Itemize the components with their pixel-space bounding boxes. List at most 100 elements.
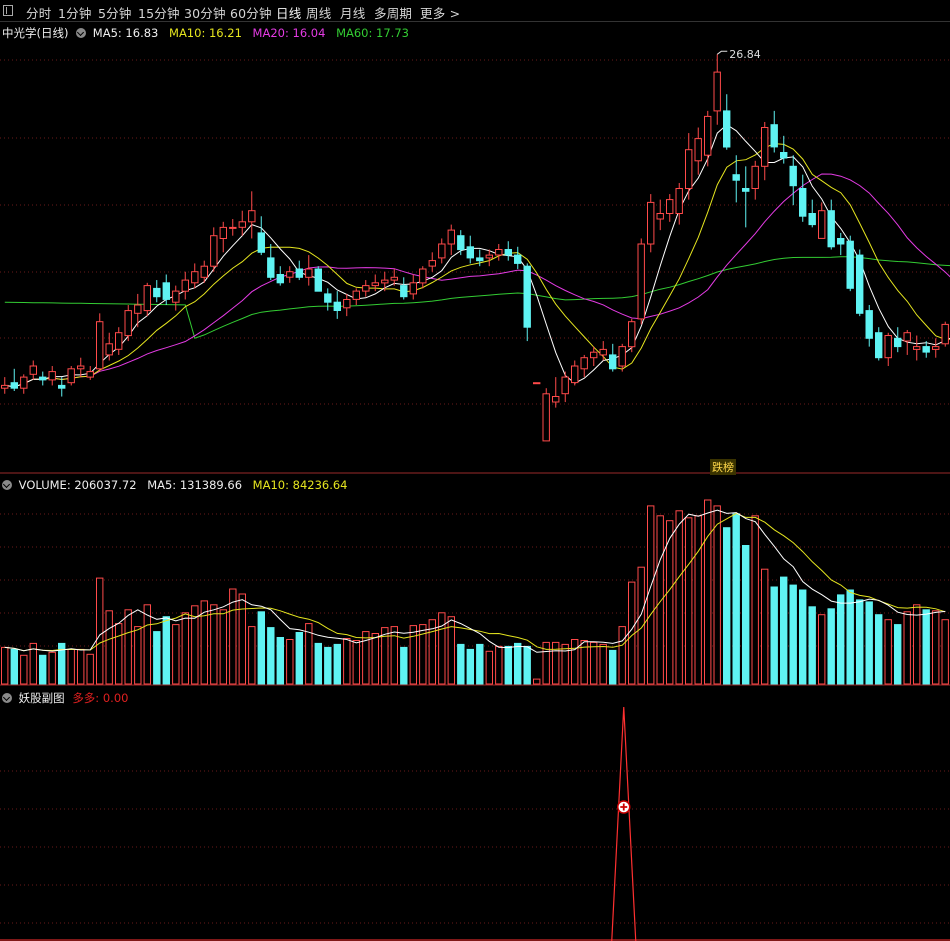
volume-bar <box>609 649 617 685</box>
candle-body <box>39 376 47 381</box>
candle-body <box>210 235 218 267</box>
volume-bar <box>571 639 579 685</box>
candle-body <box>333 301 342 312</box>
timeframe-tab-2[interactable]: 5分钟 <box>98 3 132 22</box>
candle-body <box>552 396 560 403</box>
candle-body <box>295 268 304 278</box>
candle-body <box>153 287 161 298</box>
candle-body <box>495 249 503 256</box>
timeframe-tab-7[interactable]: 周线 <box>306 3 331 22</box>
volume-bar <box>20 654 28 685</box>
volume-bar <box>533 678 541 685</box>
candle-body <box>884 335 892 359</box>
candle-body <box>609 354 617 370</box>
volume-bar <box>742 545 750 685</box>
high-price-label: 26.84 <box>729 48 761 62</box>
candle-body <box>466 246 475 259</box>
volume-bar <box>856 599 864 685</box>
volume-bar <box>143 604 152 685</box>
volume-bar <box>124 609 132 685</box>
candle-body <box>571 365 579 384</box>
limit-badge[interactable]: 跌榜 <box>710 459 736 475</box>
candle-body <box>542 393 550 442</box>
candle-body <box>181 279 190 292</box>
volume-bar <box>818 614 826 685</box>
timeframe-tab-0[interactable]: 分时 <box>26 3 51 22</box>
timeframe-tab-9[interactable]: 多周期 <box>374 3 412 22</box>
timeframe-tab-3[interactable]: 15分钟 <box>138 3 180 22</box>
volume-chart[interactable] <box>0 488 950 686</box>
volume-bar <box>875 614 883 685</box>
volume-bar <box>409 625 418 685</box>
volume-bar <box>922 609 930 685</box>
indicator-line <box>611 706 637 941</box>
candle-body <box>1 384 9 389</box>
volume-bar <box>694 515 702 685</box>
volume-bar <box>704 499 712 685</box>
candle-body <box>352 290 361 300</box>
candle-body <box>856 254 864 314</box>
volume-bar <box>495 645 503 685</box>
timeframe-tab-6[interactable]: 日线 <box>276 3 301 22</box>
candle-body <box>134 304 142 314</box>
candle-body <box>162 282 171 300</box>
candle-body <box>305 268 313 278</box>
volume-bar <box>504 645 513 685</box>
volume-bar <box>162 616 171 685</box>
volume-bar <box>751 515 759 685</box>
candle-body <box>238 221 247 228</box>
volume-bar <box>10 648 19 685</box>
volume-bar <box>96 577 104 685</box>
volume-bar <box>647 505 655 685</box>
candle-body <box>922 346 930 353</box>
candle-body <box>381 279 389 284</box>
volume-bar <box>324 646 332 685</box>
volume-bar <box>77 648 85 685</box>
timeframe-tab-8[interactable]: 月线 <box>340 3 365 22</box>
candle-body <box>685 149 693 189</box>
timeframe-tab-5[interactable]: 60分钟 <box>230 3 272 22</box>
volume-bar <box>903 611 911 685</box>
volume-bar <box>894 624 902 685</box>
volume-bar <box>257 611 266 685</box>
candle-body <box>419 268 427 284</box>
candle-body <box>647 201 655 245</box>
volume-bar <box>105 610 113 685</box>
high-marker <box>716 50 728 55</box>
volume-bar <box>219 609 228 685</box>
candle-body <box>599 348 607 356</box>
volume-bar <box>67 648 75 685</box>
candle-body <box>523 265 531 328</box>
sidebar-collapse-icon[interactable] <box>3 5 13 16</box>
volume-bar <box>314 642 323 685</box>
volume-bar <box>666 520 674 685</box>
candle-body <box>761 127 769 167</box>
candle-body <box>105 343 113 356</box>
volume-bar <box>457 643 465 685</box>
volume-bar <box>238 593 247 685</box>
candle-body <box>875 332 883 359</box>
volume-bar <box>438 612 446 685</box>
candle-body <box>96 321 104 370</box>
volume-bar <box>628 581 636 685</box>
candle-body <box>324 293 332 303</box>
price-chart[interactable] <box>0 22 950 474</box>
candle-body <box>732 174 740 181</box>
timeframe-tab-1[interactable]: 1分钟 <box>58 3 92 22</box>
volume-bar <box>846 589 854 685</box>
volume-bar <box>466 648 475 685</box>
candle-body <box>932 346 940 350</box>
candle-body <box>172 290 180 303</box>
timeframe-tab-10[interactable]: 更多 > <box>420 3 460 22</box>
candle-body <box>371 282 380 287</box>
candle-body <box>286 271 294 278</box>
candle-body <box>267 257 275 278</box>
candle-body <box>637 243 645 320</box>
candle-body <box>941 323 949 345</box>
indicator-chart[interactable] <box>0 701 950 941</box>
ma10-line <box>4 143 950 388</box>
volume-bar <box>352 640 361 685</box>
volume-bar <box>210 604 218 685</box>
candle-body <box>780 152 788 159</box>
timeframe-tab-4[interactable]: 30分钟 <box>184 3 226 22</box>
